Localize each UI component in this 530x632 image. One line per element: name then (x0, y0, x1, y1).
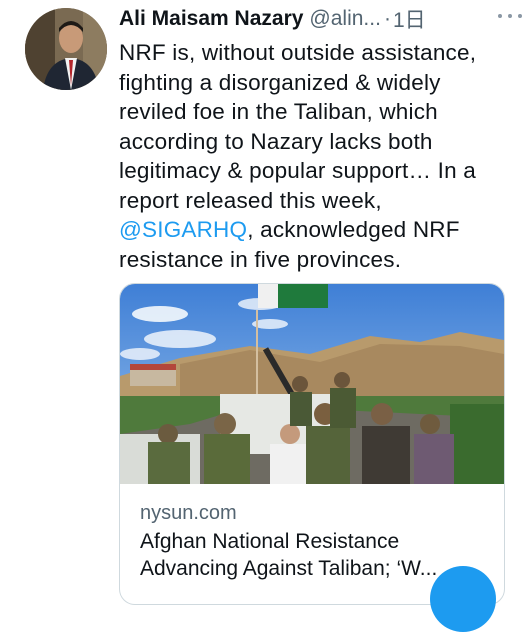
tweet-text-line: fighting a disorganized & widely (119, 69, 441, 95)
card-title: Afghan National Resistance Advancing Aga… (140, 528, 485, 582)
tweet-text-line: according to Nazary lacks both (119, 128, 433, 154)
tweet-text-line: resistance in five provinces. (119, 246, 402, 272)
mention-link[interactable]: @SIGARHQ (119, 217, 247, 242)
link-card[interactable]: nysun.com Afghan National Resistance Adv… (119, 283, 505, 605)
more-dot (518, 14, 522, 18)
tweet-header: Ali Maisam Nazary @alin... · 1日 (119, 4, 519, 34)
tweet-text: NRF is, without outside assistance, figh… (119, 38, 514, 274)
tweet-timestamp[interactable]: 1日 (393, 4, 426, 34)
more-dot (508, 14, 512, 18)
tweet-text-line: reviled foe in the Taliban, which (119, 99, 438, 124)
more-dot (498, 14, 502, 18)
display-name[interactable]: Ali Maisam Nazary (119, 7, 303, 31)
tweet-text-line: NRF is, without outside assistance, (119, 40, 477, 65)
card-image (120, 284, 504, 484)
user-handle[interactable]: @alin... (309, 7, 381, 31)
avatar-photo (25, 8, 107, 90)
tweet-text-line: @SIGARHQ, acknowledged NRF (119, 215, 514, 245)
compose-tweet-button[interactable] (430, 566, 496, 632)
more-options-icon[interactable] (498, 8, 522, 24)
tweet-text-line: report released this week, (119, 187, 382, 213)
avatar[interactable] (25, 8, 107, 90)
card-domain: nysun.com (140, 502, 237, 524)
card-title-line: Advancing Against Taliban; ‘W... (140, 557, 438, 580)
tweet-text-line: legitimacy & popular support… In a (119, 158, 476, 183)
tweet-text-fragment: , acknowledged NRF (247, 217, 460, 242)
card-title-line: Afghan National Resistance (140, 530, 400, 553)
separator-dot: · (383, 7, 391, 30)
